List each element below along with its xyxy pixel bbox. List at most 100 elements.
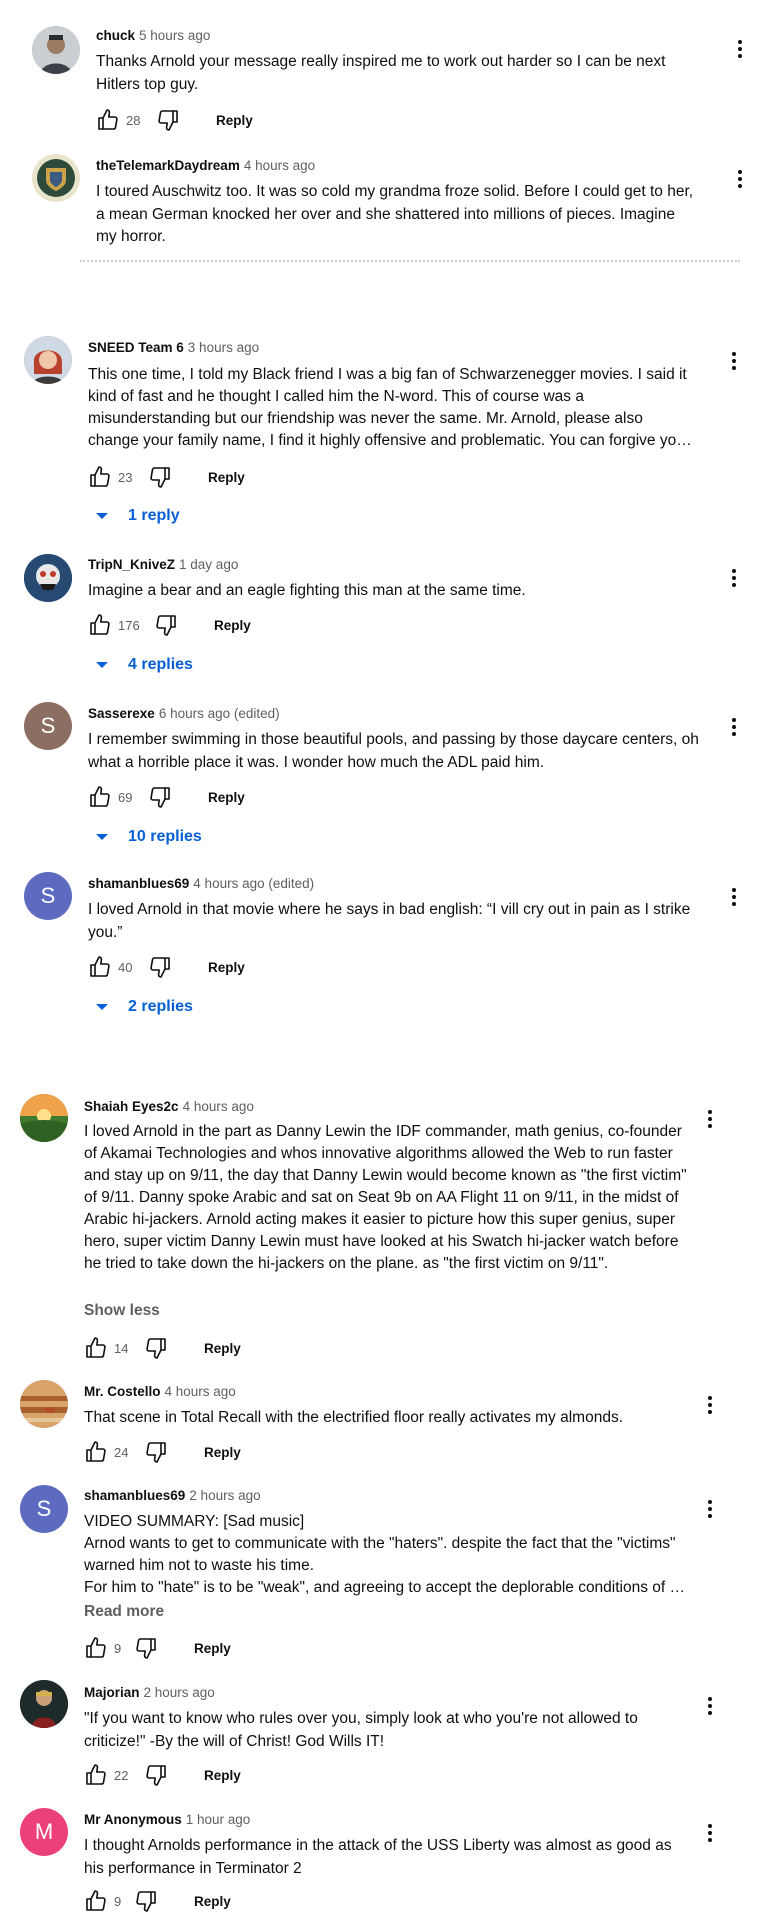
reply-button[interactable]: Reply <box>208 790 245 805</box>
avatar[interactable]: S <box>20 1485 68 1533</box>
like-button[interactable] <box>88 955 112 979</box>
thumb-down-icon <box>146 1338 166 1359</box>
more-actions-button[interactable] <box>698 1694 722 1718</box>
dislike-button[interactable] <box>154 613 178 637</box>
comment-text-line: VIDEO SUMMARY: [Sad music] <box>84 1513 305 1530</box>
avatar[interactable] <box>24 554 72 602</box>
comment-time[interactable]: 2 hours ago <box>144 1685 215 1700</box>
dislike-button[interactable] <box>156 108 180 132</box>
avatar[interactable] <box>20 1680 68 1728</box>
dislike-button[interactable] <box>148 955 172 979</box>
like-button[interactable] <box>88 785 112 809</box>
author-name[interactable]: Mr. Costello <box>84 1384 161 1399</box>
show-less-button[interactable]: Show less <box>84 1302 160 1320</box>
more-actions-button[interactable] <box>698 1821 722 1845</box>
author-name[interactable]: SNEED Team 6 <box>88 340 184 355</box>
thumb-up-icon <box>98 109 118 130</box>
reply-button[interactable]: Reply <box>208 470 245 485</box>
kebab-menu-icon <box>738 40 742 58</box>
comment-text-line: change your family name, I find it highl… <box>88 432 692 449</box>
more-actions-button[interactable] <box>722 566 746 590</box>
view-replies-button[interactable]: 2 replies <box>90 995 193 1019</box>
reply-button[interactable]: Reply <box>204 1768 241 1783</box>
reply-button[interactable]: Reply <box>204 1445 241 1460</box>
author-name[interactable]: chuck <box>96 28 135 43</box>
view-replies-button[interactable]: 1 reply <box>90 504 180 528</box>
view-replies-button[interactable]: 4 replies <box>90 653 193 677</box>
avatar[interactable]: M <box>20 1808 68 1856</box>
kebab-menu-icon <box>708 1697 712 1715</box>
like-count: 176 <box>118 617 140 633</box>
author-name[interactable]: Shaiah Eyes2c <box>84 1099 179 1114</box>
comment-time[interactable]: 1 day ago <box>179 557 238 572</box>
avatar[interactable]: S <box>24 702 72 750</box>
comment-text-line: Arnod wants to get to communicate with t… <box>84 1535 676 1552</box>
dislike-button[interactable] <box>144 1763 168 1787</box>
like-button[interactable] <box>96 108 120 132</box>
dislike-button[interactable] <box>148 465 172 489</box>
author-name[interactable]: Majorian <box>84 1685 140 1700</box>
like-button[interactable] <box>88 465 112 489</box>
author-name[interactable]: theTelemarkDaydream <box>96 158 240 173</box>
kebab-menu-icon <box>708 1500 712 1518</box>
dislike-button[interactable] <box>148 785 172 809</box>
comment-time[interactable]: 6 hours ago (edited) <box>159 706 280 721</box>
reply-button[interactable]: Reply <box>216 113 253 128</box>
like-button[interactable] <box>84 1336 108 1360</box>
comment-text: I thought Arnolds performance in the att… <box>84 1837 672 1877</box>
comment-actions: 40 Reply <box>88 955 245 979</box>
comment-time[interactable]: 1 hour ago <box>186 1812 251 1827</box>
more-actions-button[interactable] <box>722 715 746 739</box>
kebab-menu-icon <box>708 1396 712 1414</box>
like-button[interactable] <box>88 613 112 637</box>
comment-header: Majorian 2 hours ago <box>84 1685 215 1700</box>
dislike-button[interactable] <box>144 1440 168 1464</box>
comment-time[interactable]: 4 hours ago (edited) <box>193 876 314 891</box>
reply-button[interactable]: Reply <box>214 618 251 633</box>
comment-time[interactable]: 4 hours ago <box>244 158 315 173</box>
more-actions-button[interactable] <box>728 37 752 61</box>
avatar[interactable]: S <box>24 872 72 920</box>
comment-time[interactable]: 5 hours ago <box>139 28 210 43</box>
avatar[interactable] <box>24 336 72 384</box>
comment-text: Imagine a bear and an eagle fighting thi… <box>88 582 526 599</box>
view-replies-button[interactable]: 10 replies <box>90 825 202 849</box>
like-button[interactable] <box>84 1763 108 1787</box>
avatar-letter: S <box>36 1496 52 1521</box>
thumb-down-icon <box>146 1442 166 1463</box>
comment-time[interactable]: 3 hours ago <box>188 340 259 355</box>
avatar[interactable] <box>20 1380 68 1428</box>
avatar[interactable] <box>32 26 80 74</box>
more-actions-button[interactable] <box>722 349 746 373</box>
more-actions-button[interactable] <box>698 1497 722 1521</box>
dislike-button[interactable] <box>144 1336 168 1360</box>
author-name[interactable]: shamanblues69 <box>84 1488 185 1503</box>
comment-time[interactable]: 4 hours ago <box>165 1384 236 1399</box>
author-name[interactable]: Sasserexe <box>88 706 155 721</box>
comment-actions: 14 Reply <box>84 1336 241 1360</box>
comment-time[interactable]: 4 hours ago <box>183 1099 254 1114</box>
reply-button[interactable]: Reply <box>194 1641 231 1656</box>
comment-header: Mr. Costello 4 hours ago <box>84 1384 236 1399</box>
reply-button[interactable]: Reply <box>204 1341 241 1356</box>
comment-text: I loved Arnold in that movie where he sa… <box>88 901 691 941</box>
kebab-menu-icon <box>708 1824 712 1842</box>
avatar[interactable] <box>32 154 80 202</box>
reply-button[interactable]: Reply <box>194 1894 231 1909</box>
more-actions-button[interactable] <box>722 885 746 909</box>
read-more-button[interactable]: Read more <box>84 1603 164 1621</box>
more-actions-button[interactable] <box>728 167 752 191</box>
like-button[interactable] <box>84 1889 108 1913</box>
author-name[interactable]: shamanblues69 <box>88 876 189 891</box>
comment-time[interactable]: 2 hours ago <box>189 1488 260 1503</box>
more-actions-button[interactable] <box>698 1393 722 1417</box>
author-name[interactable]: Mr Anonymous <box>84 1812 182 1827</box>
author-name[interactable]: TripN_KnivеZ <box>88 557 175 572</box>
like-button[interactable] <box>84 1440 108 1464</box>
more-actions-button[interactable] <box>698 1107 722 1131</box>
reply-button[interactable]: Reply <box>208 960 245 975</box>
dislike-button[interactable] <box>134 1889 158 1913</box>
avatar[interactable] <box>20 1094 68 1142</box>
like-button[interactable] <box>84 1636 108 1660</box>
dislike-button[interactable] <box>134 1636 158 1660</box>
